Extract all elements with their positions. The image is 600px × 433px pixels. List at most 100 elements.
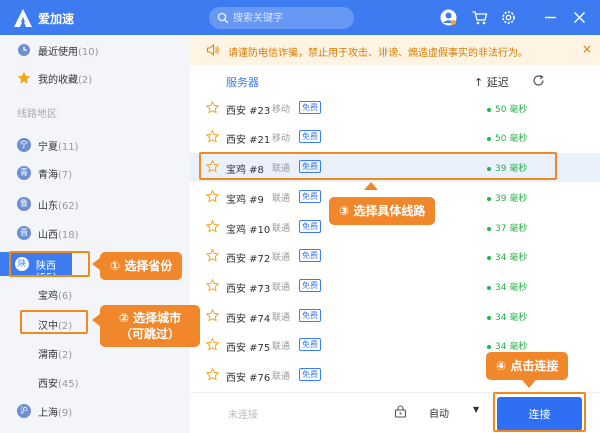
sidebar-item-count: (11) bbox=[58, 142, 79, 153]
search-input[interactable] bbox=[233, 7, 348, 29]
sidebar-item-ningxia[interactable]: 宁 宁夏(11) bbox=[0, 135, 190, 155]
sidebar-item-count: (18) bbox=[58, 230, 79, 241]
speaker-icon bbox=[206, 43, 219, 57]
favorite-star-icon[interactable] bbox=[206, 249, 219, 262]
callout-step2: ② 选择城市 （可跳过） bbox=[100, 305, 200, 347]
province-icon: 鲁 bbox=[17, 197, 31, 211]
highlight-server-row bbox=[199, 152, 557, 180]
city-item-xian[interactable]: 西安(45) bbox=[38, 375, 79, 390]
city-item-weinan[interactable]: 渭南(2) bbox=[38, 346, 72, 361]
sidebar-item-count: (10) bbox=[78, 47, 99, 58]
highlight-province bbox=[9, 251, 90, 277]
latency-dot-icon bbox=[487, 226, 491, 231]
mode-select[interactable]: 自动 bbox=[429, 405, 449, 420]
sidebar-item-shanghai[interactable]: 沪 上海(9) bbox=[0, 401, 190, 421]
latency-dot-icon bbox=[487, 315, 491, 320]
free-badge: 免费 bbox=[299, 101, 321, 114]
app-name: 爱加速 bbox=[38, 12, 75, 26]
highlight-city bbox=[20, 310, 88, 334]
server-latency: 34 毫秒 bbox=[495, 283, 528, 293]
server-name: 西安 #23 bbox=[226, 106, 271, 117]
sidebar-item-recent[interactable]: 最近使用(10) bbox=[0, 40, 190, 60]
table-row[interactable]: 西安 #23 移动 免费 50 毫秒 bbox=[190, 94, 600, 123]
latency-dot-icon bbox=[487, 285, 491, 290]
notice-close-button[interactable]: × bbox=[582, 42, 592, 56]
search-icon bbox=[217, 12, 229, 24]
favorite-star-icon[interactable] bbox=[206, 101, 219, 114]
column-header-latency[interactable]: ↑ 延迟 bbox=[474, 74, 509, 90]
shopping-cart-icon[interactable] bbox=[471, 9, 488, 26]
city-label: 渭南 bbox=[38, 350, 58, 361]
chevron-down-icon[interactable]: ▼ bbox=[473, 405, 479, 414]
callout-step2-line2: （可跳过） bbox=[119, 327, 180, 341]
free-badge: 免费 bbox=[299, 368, 321, 381]
star-icon bbox=[17, 71, 31, 84]
sidebar-item-shanxi[interactable]: 晋 山西(18) bbox=[0, 223, 190, 243]
table-row[interactable]: 西安 #73 联通 免费 34 毫秒 bbox=[190, 272, 600, 301]
server-isp: 移动 bbox=[272, 134, 291, 144]
server-isp: 联通 bbox=[272, 253, 291, 263]
favorite-star-icon[interactable] bbox=[206, 279, 219, 292]
sidebar-item-qinghai[interactable]: 青 青海(7) bbox=[0, 163, 190, 183]
sidebar-item-count: (2) bbox=[78, 75, 93, 86]
city-item-baoji[interactable]: 宝鸡(6) bbox=[38, 287, 72, 302]
server-isp: 联通 bbox=[272, 313, 291, 323]
server-latency: 37 毫秒 bbox=[495, 224, 528, 234]
table-row[interactable]: 西安 #21 移动 免费 50 毫秒 bbox=[190, 123, 600, 152]
server-name: 西安 #75 bbox=[226, 343, 271, 354]
province-icon: 沪 bbox=[17, 404, 31, 418]
province-icon: 宁 bbox=[17, 138, 31, 152]
latency-dot-icon bbox=[487, 107, 491, 112]
sidebar-item-label: 山西 bbox=[38, 230, 58, 241]
table-row[interactable]: 西安 #74 联通 免费 34 毫秒 bbox=[190, 302, 600, 331]
server-name: 西安 #74 bbox=[226, 314, 271, 325]
callout-step1: ① 选择省份 bbox=[100, 252, 183, 280]
free-badge: 免费 bbox=[299, 309, 321, 322]
server-latency: 34 毫秒 bbox=[495, 313, 528, 323]
gear-icon[interactable] bbox=[500, 9, 517, 26]
connection-status: 未连接 bbox=[228, 410, 258, 421]
server-latency: 50 毫秒 bbox=[495, 134, 528, 144]
search-box[interactable] bbox=[209, 7, 354, 29]
sidebar-item-shandong[interactable]: 鲁 山东(62) bbox=[0, 194, 190, 214]
favorite-star-icon[interactable] bbox=[206, 368, 219, 381]
pointer-arrow-icon bbox=[92, 314, 100, 326]
favorite-star-icon[interactable] bbox=[206, 130, 219, 143]
free-badge: 免费 bbox=[299, 249, 321, 262]
refresh-icon[interactable] bbox=[532, 74, 545, 87]
server-isp: 移动 bbox=[272, 105, 291, 115]
server-isp: 联通 bbox=[272, 372, 291, 382]
close-icon[interactable] bbox=[571, 9, 588, 26]
section-header-regions: 线路地区 bbox=[17, 109, 57, 120]
city-count: (45) bbox=[58, 379, 79, 390]
server-latency: 34 毫秒 bbox=[495, 342, 528, 352]
minimize-icon[interactable] bbox=[542, 9, 559, 26]
latency-dot-icon bbox=[487, 136, 491, 141]
server-isp: 联通 bbox=[272, 224, 291, 234]
callout-step2-line1: ② 选择城市 bbox=[118, 311, 182, 325]
sidebar-item-favorites[interactable]: 我的收藏(2) bbox=[0, 68, 190, 88]
sidebar-item-label: 我的收藏 bbox=[38, 75, 78, 86]
pointer-arrow-icon bbox=[92, 258, 100, 270]
favorite-star-icon[interactable] bbox=[206, 338, 219, 351]
table-row[interactable]: 西安 #72 联通 免费 34 毫秒 bbox=[190, 242, 600, 271]
server-name: 西安 #73 bbox=[226, 284, 271, 295]
title-bar: 爱加速 bbox=[0, 0, 600, 35]
callout-step4: ④ 点击连接 bbox=[486, 352, 569, 380]
server-isp: 联通 bbox=[272, 194, 291, 204]
user-avatar-icon[interactable] bbox=[440, 9, 457, 26]
column-header-server[interactable]: 服务器 bbox=[226, 74, 259, 90]
city-label: 西安 bbox=[38, 379, 58, 390]
notice-bar: 请谨防电信诈骗，禁止用于攻击、诽谤、煽造虚假事实的非法行为。 × bbox=[190, 35, 600, 65]
favorite-star-icon[interactable] bbox=[206, 190, 219, 203]
favorite-star-icon[interactable] bbox=[206, 220, 219, 233]
server-latency: 34 毫秒 bbox=[495, 253, 528, 263]
free-badge: 免费 bbox=[299, 338, 321, 351]
sidebar-item-count: (9) bbox=[58, 408, 73, 419]
favorite-star-icon[interactable] bbox=[206, 309, 219, 322]
app-logo-icon bbox=[14, 9, 32, 27]
server-latency: 50 毫秒 bbox=[495, 105, 528, 115]
city-count: (2) bbox=[58, 350, 73, 361]
sidebar-item-count: (7) bbox=[58, 170, 73, 181]
callout-step3: ③ 选择具体线路 bbox=[329, 197, 436, 225]
